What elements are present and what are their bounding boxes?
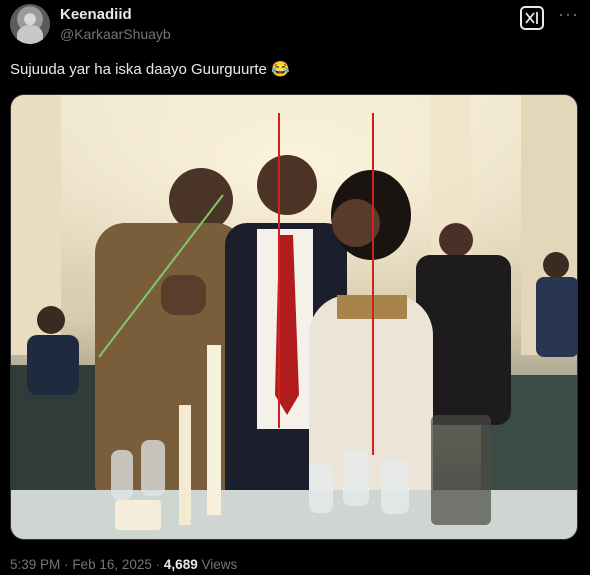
author-display-name[interactable]: Keenadiid	[60, 6, 132, 23]
post-text: Sujuuda yar ha iska daayo Guurguurte 😂	[10, 61, 290, 78]
post-date[interactable]: Feb 16, 2025	[72, 557, 152, 572]
post-meta: 5:39 PM · Feb 16, 2025 · 4,689 Views	[10, 557, 237, 572]
xai-logo-icon[interactable]	[520, 6, 544, 30]
author-handle[interactable]: @KarkaarShuayb	[60, 26, 171, 42]
post-time[interactable]: 5:39 PM	[10, 557, 60, 572]
post-header: Keenadiid @KarkaarShuayb ···	[10, 4, 580, 48]
meta-separator: ·	[155, 557, 161, 572]
views-label: Views	[201, 557, 238, 572]
avatar[interactable]	[10, 4, 50, 44]
more-options-icon[interactable]: ···	[558, 4, 579, 25]
post-image[interactable]	[10, 94, 578, 540]
meta-separator: ·	[64, 557, 69, 572]
views-count: 4,689	[163, 557, 198, 572]
